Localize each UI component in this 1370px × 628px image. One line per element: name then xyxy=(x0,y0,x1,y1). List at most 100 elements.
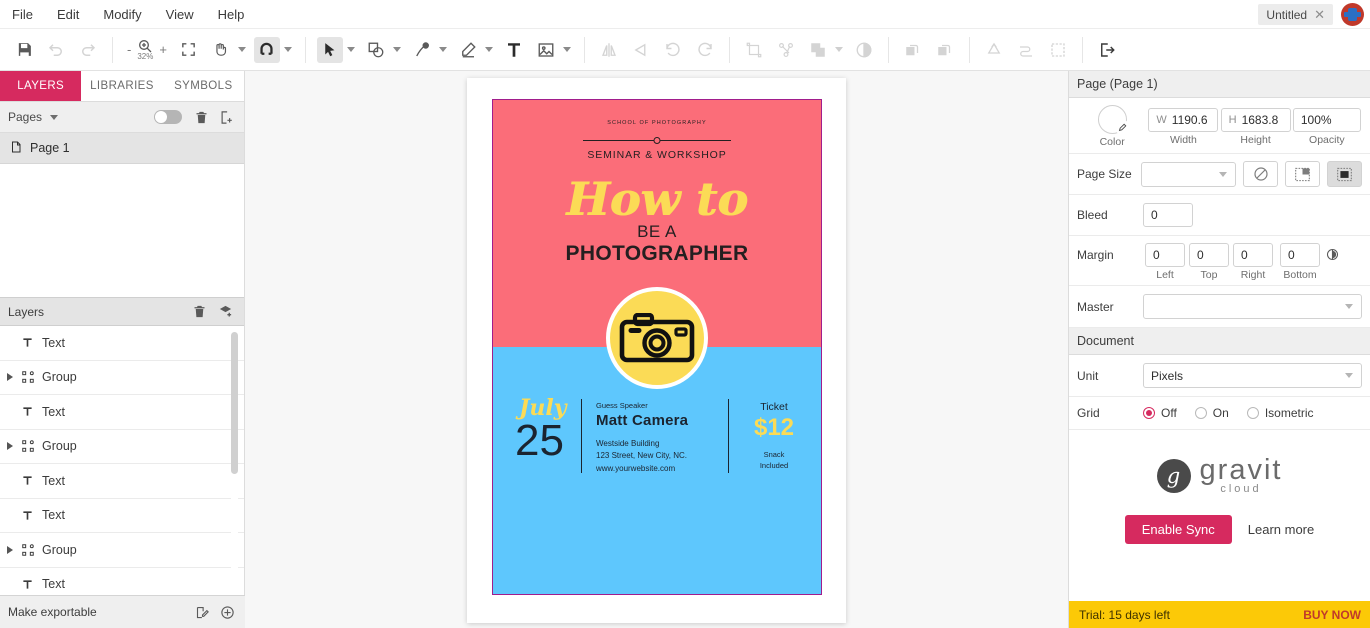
page-orientation-none-button[interactable] xyxy=(1243,161,1279,187)
chevron-down-icon-page-size[interactable] xyxy=(1219,171,1228,177)
page-size-select[interactable] xyxy=(1140,161,1237,187)
transform-icon[interactable] xyxy=(741,37,767,63)
edit-export-icon[interactable] xyxy=(195,605,210,620)
boolean-icon[interactable] xyxy=(805,37,831,63)
radio-icon-isometric[interactable] xyxy=(1246,407,1259,419)
pointer-icon[interactable] xyxy=(316,36,343,63)
page-fit-page-button[interactable] xyxy=(1327,161,1362,187)
margin-link-icon[interactable] xyxy=(1325,243,1340,267)
chevron-down-icon-image[interactable] xyxy=(562,47,571,52)
chevron-down-icon-pencil[interactable] xyxy=(484,47,493,52)
margin-left-control[interactable]: 0 Left xyxy=(1143,243,1187,281)
page-color-control[interactable]: Color xyxy=(1077,105,1147,148)
layers-scrollbar-thumb[interactable] xyxy=(231,332,238,474)
chevron-down-icon-pointer[interactable] xyxy=(346,47,355,52)
page-fit-content-button[interactable] xyxy=(1285,161,1321,187)
radio-icon-on[interactable] xyxy=(1194,407,1207,419)
grid-option-off[interactable]: Off xyxy=(1143,406,1177,420)
document-tab-untitled[interactable]: Untitled ✕ xyxy=(1258,4,1333,25)
page-opacity-input[interactable]: 100% xyxy=(1292,107,1361,132)
page-width-control[interactable]: W 1190.6 Width xyxy=(1147,107,1219,146)
pen-icon[interactable] xyxy=(409,37,435,63)
chevron-right-icon[interactable] xyxy=(7,545,13,554)
layer-row[interactable]: Text xyxy=(0,464,244,499)
menu-view[interactable]: View xyxy=(154,0,206,29)
zoom-out-button[interactable]: - xyxy=(121,42,137,57)
fit-icon[interactable] xyxy=(176,37,202,63)
group-icon[interactable] xyxy=(900,37,926,63)
margin-top-input[interactable]: 0 xyxy=(1189,243,1229,267)
flip-h-icon[interactable] xyxy=(596,37,622,63)
avatar[interactable] xyxy=(1341,3,1364,26)
shape-icon[interactable] xyxy=(363,37,389,63)
page-opacity-control[interactable]: 100% Opacity xyxy=(1292,107,1362,146)
chevron-down-icon-master[interactable] xyxy=(1345,304,1353,309)
redo-icon[interactable] xyxy=(75,37,101,63)
chevron-down-icon-magnet[interactable] xyxy=(283,47,292,52)
export-icon[interactable] xyxy=(1094,37,1120,63)
layer-row[interactable]: Text xyxy=(0,395,244,430)
hand-icon[interactable] xyxy=(208,37,234,63)
add-export-icon[interactable] xyxy=(220,605,235,620)
grid-option-on[interactable]: On xyxy=(1194,406,1229,420)
learn-more-link[interactable]: Learn more xyxy=(1248,522,1314,537)
add-layer-icon[interactable] xyxy=(217,304,234,319)
zoom-control[interactable]: 32% xyxy=(137,38,153,61)
save-icon[interactable] xyxy=(11,37,37,63)
menu-modify[interactable]: Modify xyxy=(91,0,153,29)
tab-libraries[interactable]: LIBRARIES xyxy=(81,71,163,101)
tab-symbols[interactable]: SYMBOLS xyxy=(162,71,244,101)
chevron-down-icon-pages[interactable] xyxy=(50,114,59,120)
page-width-input[interactable]: W 1190.6 xyxy=(1148,107,1219,132)
margin-bottom-input[interactable]: 0 xyxy=(1280,243,1320,267)
add-page-icon[interactable] xyxy=(219,110,234,125)
chevron-right-icon[interactable] xyxy=(7,373,13,382)
margin-top-control[interactable]: 0 Top xyxy=(1187,243,1231,281)
magnet-icon[interactable] xyxy=(253,36,280,63)
page-color-swatch[interactable] xyxy=(1097,105,1130,135)
menu-help[interactable]: Help xyxy=(206,0,257,29)
page-height-input[interactable]: H 1683.8 xyxy=(1220,107,1291,132)
rotate-ccw-icon[interactable] xyxy=(660,37,686,63)
layer-row[interactable]: Group xyxy=(0,361,244,395)
node-icon[interactable] xyxy=(773,37,799,63)
page-list-item-page-1[interactable]: Page 1 xyxy=(0,133,244,164)
layer-row[interactable]: Group xyxy=(0,533,244,568)
radio-icon-off[interactable] xyxy=(1143,407,1155,419)
unit-select[interactable]: Pixels xyxy=(1143,363,1362,388)
delete-page-icon[interactable] xyxy=(194,110,209,125)
pencil-icon[interactable] xyxy=(455,37,481,63)
margin-right-control[interactable]: 0 Right xyxy=(1231,243,1275,281)
connect-icon[interactable] xyxy=(1013,37,1039,63)
enable-sync-button[interactable]: Enable Sync xyxy=(1124,515,1232,544)
zoom-in-button[interactable]: + xyxy=(153,42,173,57)
chevron-down-icon-pen[interactable] xyxy=(438,47,447,52)
text-icon[interactable] xyxy=(501,37,527,63)
layers-list[interactable]: Text Group Text Group Text Text Group Te… xyxy=(0,326,244,608)
tab-layers[interactable]: LAYERS xyxy=(0,71,82,101)
margin-left-input[interactable]: 0 xyxy=(1145,243,1185,267)
poster-artwork[interactable]: SCHOOL OF PHOTOGRAPHY SEMINAR & WORKSHOP… xyxy=(493,100,821,594)
chevron-down-icon-unit[interactable] xyxy=(1345,373,1353,378)
image-icon[interactable] xyxy=(533,37,559,63)
bleed-input[interactable]: 0 xyxy=(1143,203,1193,227)
layer-row[interactable]: Text xyxy=(0,326,244,361)
grid-option-isometric[interactable]: Isometric xyxy=(1246,406,1314,420)
chevron-down-icon-hand[interactable] xyxy=(237,47,246,52)
layer-row[interactable]: Group xyxy=(0,430,244,464)
chevron-down-icon-boolean[interactable] xyxy=(834,47,843,52)
slice-icon[interactable] xyxy=(1045,37,1071,63)
delete-layer-icon[interactable] xyxy=(192,304,207,319)
chevron-down-icon-shape[interactable] xyxy=(392,47,401,52)
menu-file[interactable]: File xyxy=(0,0,45,29)
path-icon[interactable] xyxy=(981,37,1007,63)
margin-bottom-control[interactable]: 0 Bottom xyxy=(1275,243,1325,281)
pages-visibility-toggle[interactable] xyxy=(154,110,182,124)
margin-right-input[interactable]: 0 xyxy=(1233,243,1273,267)
mask-icon[interactable] xyxy=(851,37,877,63)
page-height-control[interactable]: H 1683.8 Height xyxy=(1220,107,1292,146)
master-select[interactable] xyxy=(1143,294,1362,319)
rotate-cw-icon[interactable] xyxy=(692,37,718,63)
flip-v-icon[interactable] xyxy=(628,37,654,63)
undo-icon[interactable] xyxy=(43,37,69,63)
